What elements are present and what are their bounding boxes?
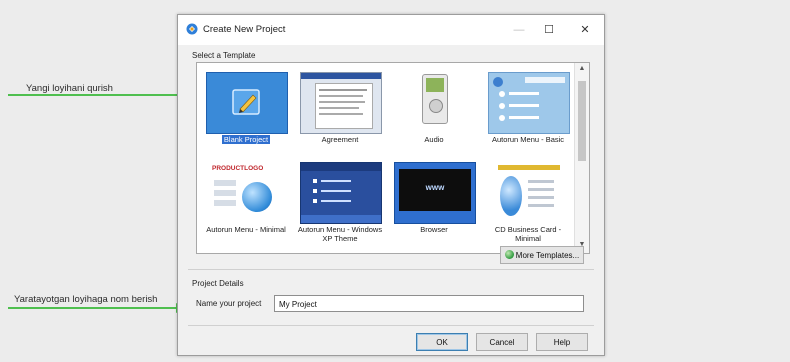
template-label: Blank Project (221, 135, 271, 144)
app-logo-icon (186, 23, 198, 35)
template-label: Audio (424, 135, 444, 144)
scroll-up-icon[interactable]: ▲ (575, 65, 589, 72)
media-player-icon (422, 74, 448, 124)
project-details-label: Project Details (192, 279, 244, 288)
globe-icon (504, 250, 514, 259)
template-tile-cd-business-card[interactable]: CD Business Card - Minimal (483, 159, 573, 247)
browser-thumbnail: www (394, 162, 476, 224)
title-bar[interactable]: Create New Project — ☐ ✕ (178, 15, 604, 45)
www-text: www (425, 183, 445, 192)
globe-icon (242, 182, 272, 212)
template-tile-autorun-minimal[interactable]: PRODUCTLOGO Autorun Menu - Minimal (201, 159, 291, 247)
section-divider (188, 269, 594, 270)
screenshot-canvas: Yangi loyihani qurish Yaratayotgan loyih… (0, 0, 790, 362)
template-list[interactable]: Blank Project Agreement Audio Autorun Me… (196, 62, 590, 254)
minimize-button[interactable]: — (506, 20, 532, 40)
annotation-arrow-line (8, 94, 192, 96)
autorun-xp-thumbnail (300, 162, 382, 224)
annotation-arrow-line (8, 307, 178, 309)
template-label: Autorun Menu - Minimal (206, 225, 286, 234)
template-label: Autorun Menu - Basic (491, 135, 565, 144)
dialog-title: Create New Project (203, 24, 286, 35)
pencil-document-icon (232, 89, 260, 115)
annotation-name-project: Yaratayotgan loyihaga nom berish (14, 294, 158, 305)
blank-project-thumbnail (206, 72, 288, 134)
template-scrollbar[interactable]: ▲ ▼ (574, 63, 589, 253)
product-logo-text: PRODUCTLOGO (212, 165, 264, 172)
cancel-button[interactable]: Cancel (476, 333, 528, 351)
template-tile-blank-project[interactable]: Blank Project (201, 69, 291, 157)
template-label: Agreement (321, 135, 359, 144)
create-project-dialog: Create New Project — ☐ ✕ Select a Templa… (177, 14, 605, 356)
template-tile-autorun-basic[interactable]: Autorun Menu - Basic (483, 69, 573, 157)
cd-business-card-thumbnail (488, 162, 568, 222)
help-button[interactable]: Help (536, 333, 588, 351)
scroll-thumb[interactable] (578, 81, 586, 161)
template-label: Autorun Menu - Windows XP Theme (297, 225, 383, 243)
project-name-input[interactable]: My Project (274, 295, 584, 312)
ok-button[interactable]: OK (416, 333, 468, 351)
name-project-label: Name your project (196, 299, 262, 308)
close-button[interactable]: ✕ (572, 20, 598, 40)
template-tile-autorun-xp[interactable]: Autorun Menu - Windows XP Theme (295, 159, 385, 247)
template-tile-audio[interactable]: Audio (389, 69, 479, 157)
template-tile-browser[interactable]: www Browser (389, 159, 479, 247)
autorun-basic-thumbnail (488, 72, 570, 134)
audio-thumbnail (394, 72, 474, 132)
annotation-new-project: Yangi loyihani qurish (26, 83, 113, 94)
select-template-label: Select a Template (192, 51, 256, 60)
section-divider (188, 325, 594, 326)
more-templates-button[interactable]: More Templates... (500, 246, 584, 264)
template-label: CD Business Card - Minimal (494, 225, 562, 243)
globe-icon (500, 176, 522, 216)
autorun-minimal-thumbnail: PRODUCTLOGO (206, 162, 286, 222)
template-label: Browser (420, 225, 448, 234)
maximize-button[interactable]: ☐ (536, 20, 562, 40)
template-tile-agreement[interactable]: Agreement (295, 69, 385, 157)
more-templates-label: More Templates... (515, 251, 580, 260)
agreement-thumbnail (300, 72, 382, 134)
